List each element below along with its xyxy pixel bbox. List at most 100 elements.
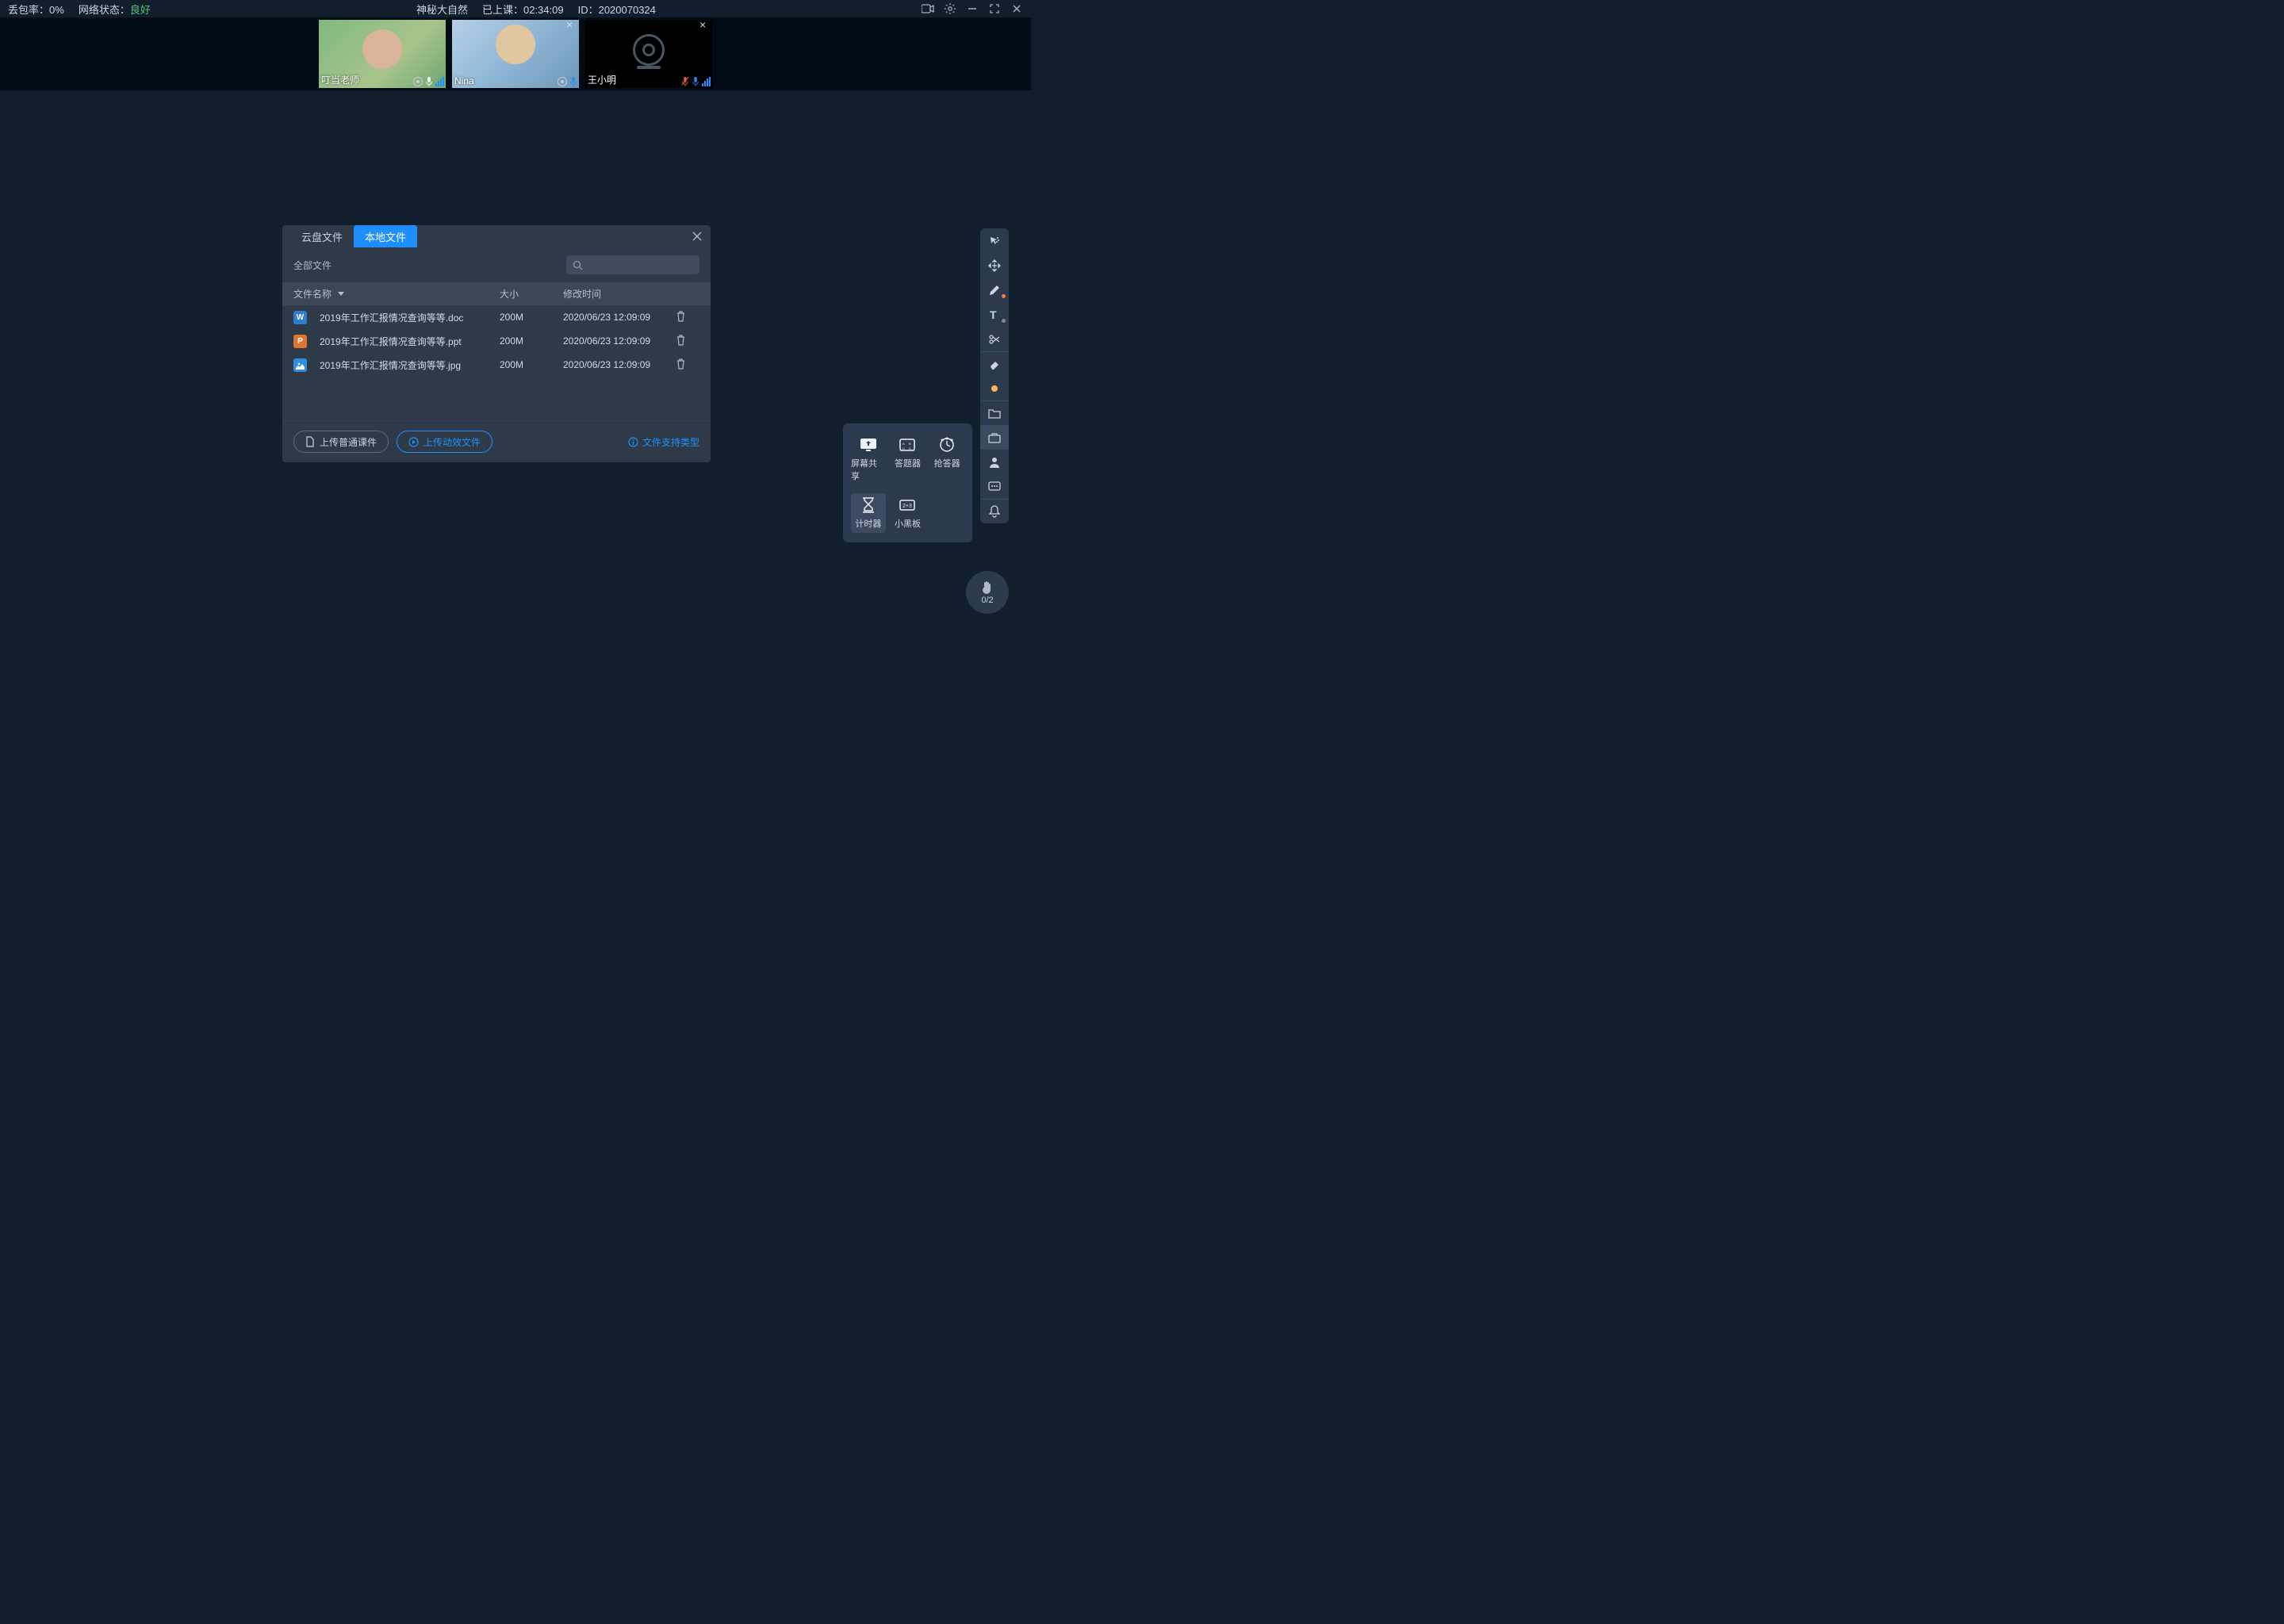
- elapsed-label: 已上课：: [482, 4, 523, 16]
- chat-tool-icon[interactable]: [980, 474, 1009, 499]
- mic-muted-icon: [681, 77, 689, 86]
- folder-tool-icon[interactable]: [980, 400, 1009, 425]
- record-icon: [413, 77, 423, 86]
- mic-icon: [692, 77, 699, 86]
- svg-text:C: C: [902, 446, 905, 450]
- file-name: 2019年工作汇报情况查询等等.doc: [320, 311, 463, 324]
- timer-label: 计时器: [855, 517, 881, 530]
- blackboard-label: 小黑板: [895, 517, 921, 530]
- file-dialog: 云盘文件 本地文件 全部文件 文件名称 大小 修改时间 W 2019年工作汇报情况…: [282, 225, 711, 462]
- fullscreen-icon[interactable]: [988, 2, 1001, 15]
- upload-normal-button[interactable]: 上传普通课件: [293, 431, 389, 453]
- file-name: 2019年工作汇报情况查询等等.ppt: [320, 335, 462, 348]
- screen-share-button[interactable]: 屏幕共享: [851, 433, 886, 485]
- participant-tile[interactable]: 叮当老师: [319, 20, 446, 88]
- file-type-icon: P: [293, 335, 307, 348]
- file-name: 2019年工作汇报情况查询等等.jpg: [320, 358, 461, 372]
- network-value: 良好: [130, 4, 151, 16]
- settings-icon[interactable]: [944, 2, 956, 15]
- file-type-icon: W: [293, 311, 307, 324]
- screen-share-icon: [858, 436, 879, 454]
- volume-bars-icon: [435, 77, 444, 86]
- buzzer-button[interactable]: 抢答器: [929, 433, 964, 485]
- tile-close-icon[interactable]: ×: [566, 20, 577, 31]
- screen-share-label: 屏幕共享: [851, 457, 886, 482]
- file-size: 200M: [500, 359, 563, 370]
- right-toolbar: T: [980, 228, 1009, 523]
- tile-close-icon[interactable]: ×: [699, 20, 711, 31]
- col-time-header[interactable]: 修改时间: [563, 287, 676, 301]
- svg-text:A: A: [902, 442, 905, 446]
- id-value: 2020070324: [599, 4, 656, 16]
- tab-local[interactable]: 本地文件: [354, 225, 417, 247]
- participant-name: 叮当老师: [321, 73, 359, 86]
- camera-off-icon: [633, 34, 665, 66]
- network-label: 网络状态：: [79, 4, 130, 16]
- file-size: 200M: [500, 312, 563, 323]
- mic-icon: [569, 77, 577, 86]
- col-size-header[interactable]: 大小: [500, 287, 563, 301]
- col-name-header[interactable]: 文件名称: [293, 287, 500, 301]
- timer-button[interactable]: 计时器: [851, 493, 886, 533]
- packet-loss-value: 0%: [49, 4, 64, 16]
- toolbox-tool-icon[interactable]: [980, 425, 1009, 450]
- buzzer-icon: [937, 436, 957, 454]
- move-tool-icon[interactable]: [980, 253, 1009, 278]
- hand-raise-button[interactable]: 0/2: [966, 571, 1009, 614]
- svg-text:T: T: [990, 308, 997, 321]
- upload-dynamic-button[interactable]: 上传动效文件: [397, 431, 492, 453]
- scissors-tool-icon[interactable]: [980, 327, 1009, 351]
- answer-icon: ABCD: [897, 436, 918, 454]
- tab-cloud[interactable]: 云盘文件: [290, 225, 354, 247]
- users-tool-icon[interactable]: [980, 450, 1009, 474]
- table-row[interactable]: P 2019年工作汇报情况查询等等.ppt 200M2020/06/23 12:09…: [282, 329, 711, 353]
- record-icon: [558, 77, 567, 86]
- delete-icon[interactable]: [676, 337, 686, 348]
- delete-icon[interactable]: [676, 361, 686, 372]
- participant-name: 王小明: [588, 73, 616, 86]
- play-icon: [408, 437, 419, 447]
- id-label: ID：: [578, 4, 599, 16]
- minimize-icon[interactable]: [966, 2, 979, 15]
- svg-text:B: B: [909, 442, 911, 446]
- eraser-tool-icon[interactable]: [980, 351, 1009, 376]
- dialog-close-icon[interactable]: [684, 225, 711, 247]
- status-bar: 丢包率：0% 网络状态：良好 神秘大自然 已上课：02:34:09 ID：202…: [0, 0, 1031, 17]
- all-files-label: 全部文件: [293, 259, 331, 272]
- close-icon[interactable]: [1010, 2, 1023, 15]
- answer-label: 答题器: [895, 457, 921, 469]
- elapsed-value: 02:34:09: [523, 4, 564, 16]
- delete-icon[interactable]: [676, 313, 686, 324]
- avatar: [362, 29, 402, 69]
- mic-icon: [425, 77, 433, 86]
- answer-button[interactable]: ABCD 答题器: [891, 433, 925, 485]
- pen-tool-icon[interactable]: [980, 278, 1009, 302]
- file-support-link[interactable]: 文件支持类型: [628, 435, 699, 449]
- table-row[interactable]: W 2019年工作汇报情况查询等等.doc 200M2020/06/23 12:09…: [282, 305, 711, 329]
- bell-tool-icon[interactable]: [980, 499, 1009, 523]
- video-strip: 叮当老师 × Nina × 王小明: [0, 17, 1031, 90]
- search-input[interactable]: [566, 255, 699, 274]
- camera-icon[interactable]: [922, 2, 934, 15]
- hand-count: 0/2: [981, 596, 993, 605]
- search-icon: [573, 260, 583, 270]
- sort-icon: [338, 292, 344, 296]
- file-time: 2020/06/23 12:09:09: [563, 312, 676, 323]
- document-icon: [305, 436, 315, 447]
- timer-icon: [858, 496, 879, 514]
- file-size: 200M: [500, 335, 563, 347]
- buzzer-label: 抢答器: [934, 457, 960, 469]
- participant-tile[interactable]: × Nina: [452, 20, 579, 88]
- packet-loss-label: 丢包率：: [8, 4, 49, 16]
- pointer-tool-icon[interactable]: [980, 228, 1009, 253]
- blackboard-button[interactable]: 2+3 小黑板: [891, 493, 925, 533]
- file-time: 2020/06/23 12:09:09: [563, 335, 676, 347]
- svg-text:D: D: [909, 446, 911, 450]
- text-tool-icon[interactable]: T: [980, 302, 1009, 327]
- color-tool-icon[interactable]: [980, 376, 1009, 400]
- table-row[interactable]: 2019年工作汇报情况查询等等.jpg 200M2020/06/23 12:09:…: [282, 353, 711, 377]
- participant-tile[interactable]: × 王小明: [585, 20, 712, 88]
- info-icon: [628, 437, 638, 447]
- svg-text:2+3: 2+3: [902, 504, 912, 509]
- file-time: 2020/06/23 12:09:09: [563, 359, 676, 370]
